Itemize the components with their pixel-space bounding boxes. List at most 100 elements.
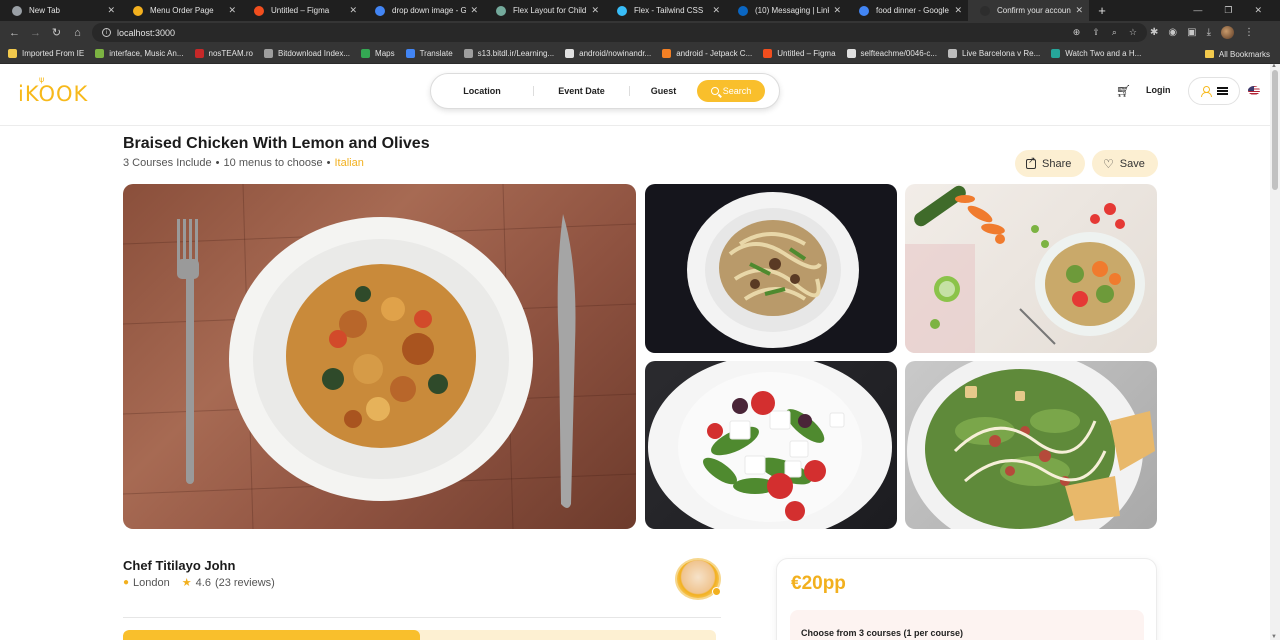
browser-tab[interactable]: Untitled – Figma ✕	[242, 0, 363, 21]
scroll-up-icon[interactable]: ▲	[1271, 63, 1277, 69]
bookmark-item[interactable]: Untitled – Figma	[763, 49, 836, 58]
browser-menu-icon[interactable]: ⋮	[1244, 27, 1254, 38]
ikook-logo[interactable]: ψ iKOOK	[18, 75, 88, 106]
tab-close-icon[interactable]: ✕	[1075, 5, 1083, 16]
chef-name[interactable]: Chef Titilayo John	[123, 558, 235, 573]
forward-icon[interactable]: →	[25, 27, 46, 39]
user-menu-button[interactable]	[1188, 77, 1240, 105]
separator-dot: •	[326, 157, 331, 169]
window-controls: — ❐ ✕	[1193, 5, 1280, 16]
browser-tab[interactable]: (10) Messaging | Link ✕	[726, 0, 847, 21]
tab-close-icon[interactable]: ✕	[833, 5, 841, 16]
minimize-icon[interactable]: —	[1193, 5, 1202, 16]
tab-favicon-icon	[133, 5, 143, 16]
all-bookmarks[interactable]: All Bookmarks	[1204, 44, 1270, 64]
chef-avatar[interactable]	[675, 558, 721, 600]
tab-close-icon[interactable]: ✕	[954, 5, 962, 16]
address-bar[interactable]: i localhost:3000 ⊕ ⇪ ⌕ ☆	[92, 23, 1147, 42]
browser-tab-strip: New Tab ✕ Menu Order Page ✕ Untitled – Figma…	[0, 0, 1280, 21]
install-icon[interactable]: ⊕	[1073, 27, 1081, 38]
bookmark-favicon-icon	[1051, 49, 1061, 58]
site-header: ψ iKOOK Location Event Date Guest Search…	[0, 64, 1270, 126]
search-button[interactable]: Search	[697, 80, 765, 102]
new-tab-button[interactable]: +	[1089, 3, 1115, 18]
course-hint: Choose from 3 courses (1 per course)	[801, 628, 964, 638]
tab-label: Confirm your accoun	[997, 6, 1071, 15]
tab-close-icon[interactable]: ✕	[591, 5, 599, 16]
bookmark-star-icon[interactable]: ☆	[1129, 27, 1137, 38]
bookmark-label: selfteachme/0046-c...	[860, 49, 937, 58]
download-icon[interactable]: ⤓	[1207, 27, 1211, 38]
browser-tab[interactable]: Flex Layout for Child ✕	[484, 0, 605, 21]
zoom-icon[interactable]: ⌕	[1112, 27, 1117, 38]
us-flag-icon[interactable]	[1248, 86, 1260, 95]
tab-close-icon[interactable]: ✕	[228, 5, 236, 16]
sidepanel-icon[interactable]: ▣	[1187, 27, 1196, 38]
location-field[interactable]: Location	[431, 86, 533, 96]
save-button[interactable]: ♡ Save	[1092, 150, 1158, 177]
bookmark-label: Watch Two and a H...	[1065, 49, 1142, 58]
browser-tab[interactable]: Menu Order Page ✕	[121, 0, 242, 21]
share-button[interactable]: Share	[1015, 150, 1085, 177]
section-divider	[123, 617, 721, 618]
noodle-dish-photo[interactable]	[645, 184, 897, 353]
site-info-icon[interactable]: i	[102, 28, 111, 37]
browser-tab[interactable]: Confirm your accoun ✕	[968, 0, 1089, 21]
course-selection-box[interactable]: Choose from 3 courses (1 per course)	[790, 610, 1144, 640]
bookmark-item[interactable]: Watch Two and a H...	[1051, 49, 1141, 58]
tab-close-icon[interactable]: ✕	[107, 5, 115, 16]
main-dish-photo[interactable]	[123, 184, 636, 529]
scrollbar-thumb[interactable]	[1272, 70, 1278, 190]
home-icon[interactable]: ⌂	[67, 27, 88, 39]
courses-count: 3 Courses Include	[123, 157, 212, 169]
tab-close-icon[interactable]: ✕	[712, 5, 720, 16]
back-icon[interactable]: ←	[4, 27, 25, 39]
share-page-icon[interactable]: ⇪	[1092, 27, 1100, 38]
star-icon: ★	[181, 577, 192, 589]
bookmark-label: interface, Music An...	[109, 49, 184, 58]
login-link[interactable]: Login	[1146, 85, 1171, 95]
chef-reviews[interactable]: (23 reviews)	[215, 577, 275, 589]
booking-card: €20pp Choose from 3 courses (1 per cours…	[776, 558, 1157, 640]
bookmark-item[interactable]: nosTEAM.ro	[194, 49, 253, 58]
bookmark-item[interactable]: Imported From IE	[8, 49, 84, 58]
browser-tab[interactable]: Flex - Tailwind CSS ✕	[605, 0, 726, 21]
tab-favicon-icon	[617, 5, 627, 16]
caesar-salad-photo[interactable]	[905, 361, 1157, 529]
bookmark-item[interactable]: Live Barcelona v Re...	[948, 49, 1040, 58]
listing-title: Braised Chicken With Lemon and Olives	[123, 135, 430, 152]
vegetable-spread-photo[interactable]	[905, 184, 1157, 353]
tab-close-icon[interactable]: ✕	[470, 5, 478, 16]
profile-avatar[interactable]	[1221, 26, 1234, 39]
cuisine-tag[interactable]: Italian	[334, 157, 363, 169]
bookmark-item[interactable]: Bitdownload Index...	[263, 49, 350, 58]
browser-tab[interactable]: New Tab ✕	[0, 0, 121, 21]
guest-field[interactable]: Guest	[629, 86, 697, 96]
restore-icon[interactable]: ❐	[1224, 5, 1232, 16]
browser-tab[interactable]: food dinner - Google ✕	[847, 0, 968, 21]
bookmark-item[interactable]: Maps	[361, 49, 395, 58]
greek-salad-photo[interactable]	[645, 361, 897, 529]
bookmark-label: android - Jetpack C...	[676, 49, 753, 58]
bookmark-item[interactable]: android - Jetpack C...	[662, 49, 752, 58]
bookmark-item[interactable]: s13.bitdl.ir/Learning...	[463, 49, 554, 58]
bookmark-item[interactable]: android/nowinandr...	[565, 49, 651, 58]
extension-icon[interactable]: ◉	[1168, 27, 1177, 38]
bookmark-item[interactable]: selfteachme/0046-c...	[846, 49, 937, 58]
page-scrollbar[interactable]: ▲ ▼	[1270, 63, 1280, 640]
menu-tabs-progress[interactable]	[123, 630, 716, 640]
tab-close-icon[interactable]: ✕	[349, 5, 357, 16]
cart-icon[interactable]: 🛒︎	[1116, 84, 1131, 98]
bookmark-favicon-icon	[405, 49, 415, 58]
browser-tab[interactable]: drop down image - G ✕	[363, 0, 484, 21]
scroll-down-icon[interactable]: ▼	[1271, 634, 1277, 640]
event-date-field[interactable]: Event Date	[533, 86, 629, 96]
heart-icon: ♡	[1103, 156, 1114, 171]
bookmark-item[interactable]: Translate	[405, 49, 453, 58]
tab-favicon-icon	[375, 5, 385, 16]
close-window-icon[interactable]: ✕	[1254, 5, 1262, 16]
extensions-icon[interactable]: ✱	[1150, 27, 1158, 38]
reload-icon[interactable]: ↻	[46, 26, 67, 39]
bookmark-label: nosTEAM.ro	[208, 49, 253, 58]
bookmark-item[interactable]: interface, Music An...	[95, 49, 184, 58]
